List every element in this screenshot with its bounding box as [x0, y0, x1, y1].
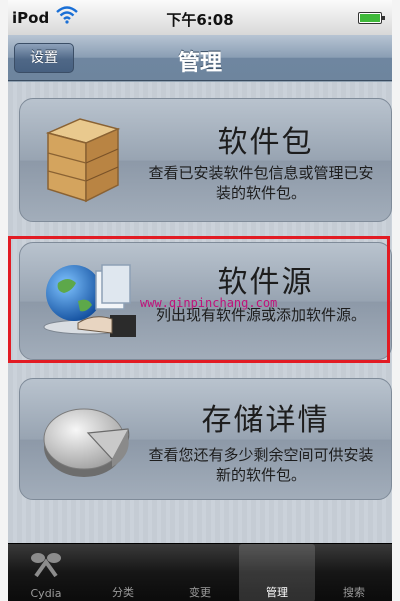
tab-label-sections: 分类 [112, 586, 134, 599]
cydia-icon [31, 553, 61, 578]
packages-description: 查看已安装软件包信息或管理已安装的软件包。 [148, 164, 374, 202]
tab-label-changes: 变更 [189, 586, 211, 599]
watermark-text: www.qinpinchang.com [140, 296, 278, 310]
packages-card[interactable]: 软件包 查看已安装软件包信息或管理已安装的软件包。 [19, 98, 392, 222]
storage-title: 存储详情 [201, 403, 330, 438]
tab-label-cydia: Cydia [30, 587, 62, 600]
tab-sections[interactable]: 分类 [85, 544, 161, 601]
tab-label-manage: 管理 [266, 586, 288, 599]
storage-description: 查看您还有多少剩余空间可供安装新的软件包。 [148, 446, 374, 484]
status-bar: iPod 下午6:08 [8, 0, 392, 35]
package-box-icon [45, 118, 121, 203]
tab-cydia[interactable]: Cydia [8, 544, 84, 601]
tab-manage[interactable]: 管理 [239, 544, 315, 601]
tab-changes[interactable]: 变更 [162, 544, 238, 601]
tab-label-search: 搜索 [343, 586, 365, 599]
page-title: 管理 [177, 51, 222, 76]
storage-card[interactable]: 存储详情 查看您还有多少剩余空间可供安装新的软件包。 [19, 378, 392, 500]
clock: 下午6:08 [166, 11, 234, 29]
battery-icon [358, 12, 385, 24]
tab-bar: Cydia 分类 变更 管理 搜索 [8, 543, 392, 601]
manage-content: 软件包 查看已安装软件包信息或管理已安装的软件包。 软件源 列出现有软件源或添加… [8, 82, 392, 543]
tab-search[interactable]: 搜索 [316, 544, 392, 601]
packages-title: 软件包 [217, 125, 314, 160]
navigation-bar: 设置 管理 [8, 35, 392, 81]
globe-source-icon [43, 264, 136, 337]
sources-title: 软件源 [217, 265, 314, 300]
storage-pie-icon [43, 408, 130, 477]
